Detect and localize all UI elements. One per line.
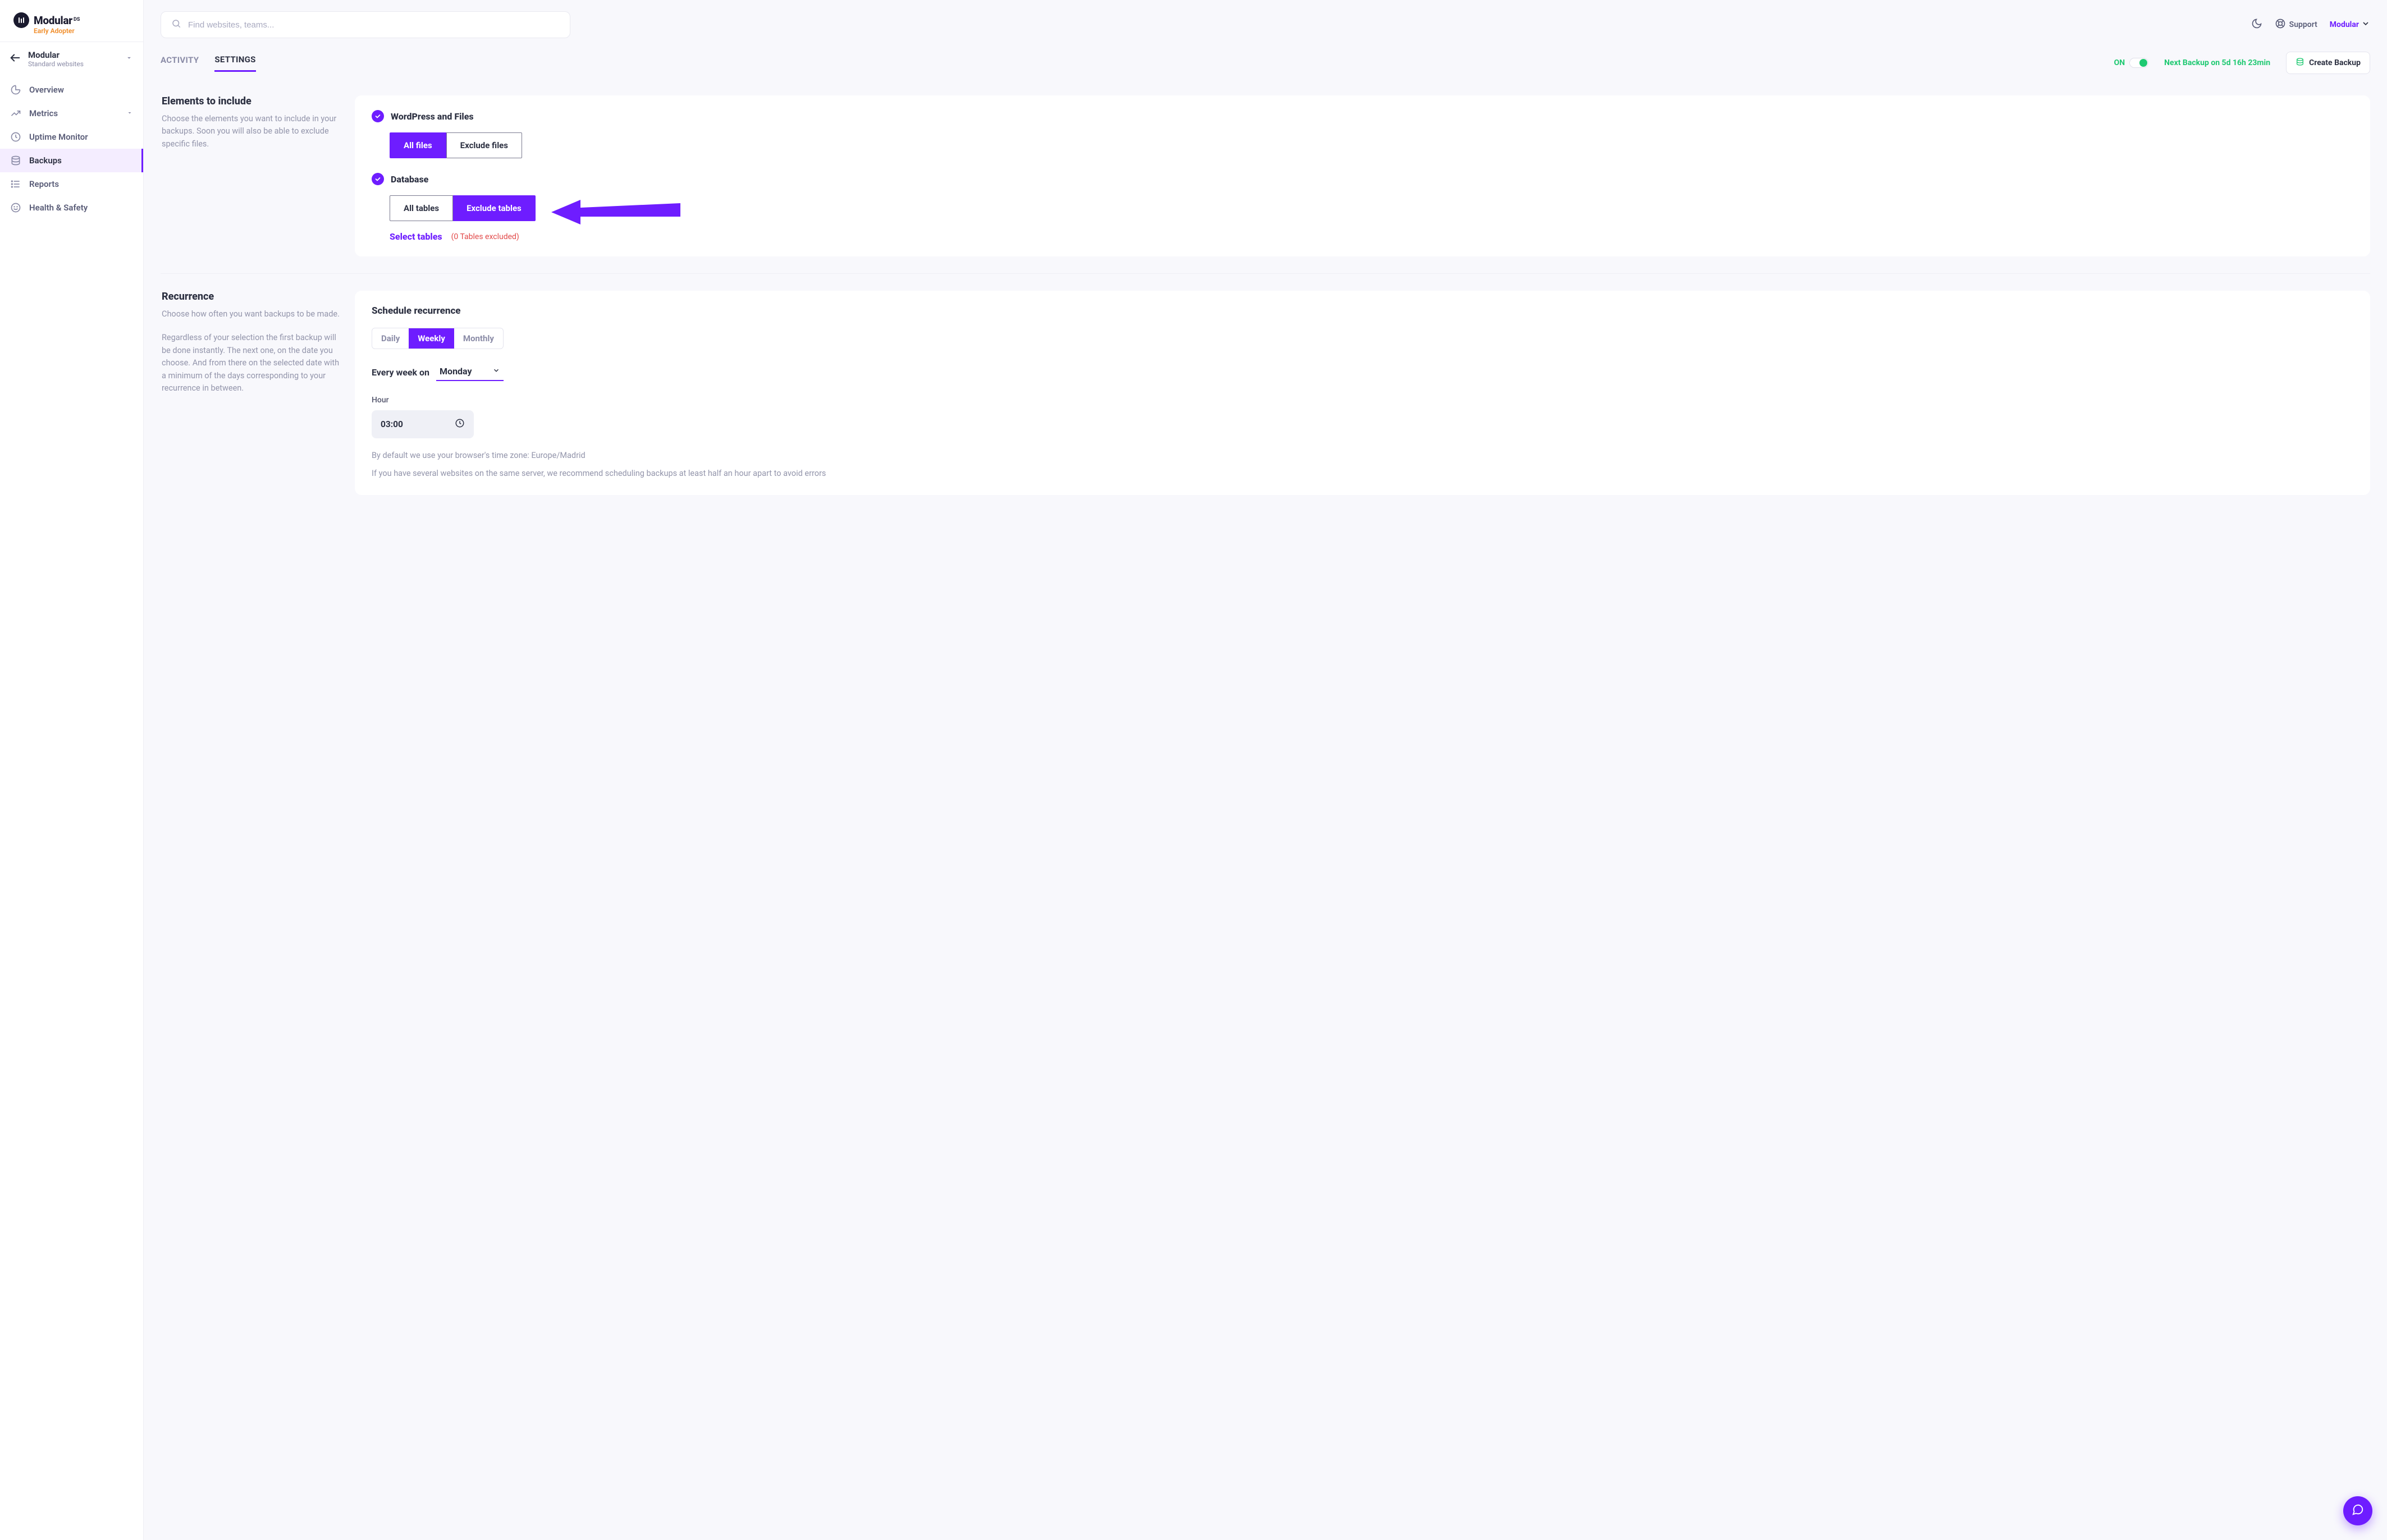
day-select[interactable]: Monday — [436, 364, 504, 381]
server-note: If you have several websites on the same… — [372, 467, 2353, 480]
elements-title: Elements to include — [162, 95, 340, 107]
wp-check-row[interactable]: WordPress and Files — [372, 110, 2353, 122]
backup-status: ON — [2114, 58, 2149, 68]
section-recurrence: Recurrence Choose how often you want bac… — [161, 273, 2370, 512]
search-box[interactable] — [161, 11, 570, 38]
context-sub: Standard websites — [28, 60, 84, 68]
tz-note: By default we use your browser's time zo… — [372, 450, 2353, 462]
support-label: Support — [2289, 20, 2317, 29]
seg-exclude-files[interactable]: Exclude files — [446, 132, 522, 158]
clock-icon — [455, 418, 465, 430]
logo-text: Modular — [34, 14, 72, 27]
nav-uptime[interactable]: Uptime Monitor — [0, 125, 143, 149]
search-icon — [171, 19, 181, 31]
recurrence-title: Recurrence — [162, 291, 340, 302]
create-backup-button[interactable]: Create Backup — [2286, 52, 2370, 74]
files-seg-group: All files Exclude files — [390, 132, 2353, 158]
hour-label: Hour — [372, 396, 2353, 405]
gauge-icon — [10, 131, 21, 143]
content: Elements to include Choose the elements … — [144, 74, 2387, 1540]
recurrence-desc2: Regardless of your selection the first b… — [162, 332, 340, 395]
user-menu[interactable]: Modular — [2330, 19, 2370, 30]
nav-label: Overview — [29, 85, 64, 95]
logo-suffix: DS — [74, 17, 80, 22]
database-icon — [2295, 57, 2304, 68]
pill-weekly[interactable]: Weekly — [409, 328, 454, 349]
trend-icon — [10, 108, 21, 119]
chevron-down-icon — [2361, 19, 2370, 30]
chevron-down-icon[interactable] — [125, 54, 133, 64]
smiley-icon — [10, 202, 21, 213]
logo-tagline: Early Adopter — [34, 27, 132, 35]
seg-all-tables[interactable]: All tables — [390, 195, 453, 221]
nav-label: Uptime Monitor — [29, 132, 88, 142]
every-week-label: Every week on — [372, 367, 429, 378]
nav-health[interactable]: Health & Safety — [0, 196, 143, 219]
recurrence-pill-group: Daily Weekly Monthly — [372, 328, 504, 349]
tab-activity[interactable]: ACTIVITY — [161, 55, 199, 71]
nav-label: Health & Safety — [29, 203, 88, 213]
nav-label: Metrics — [29, 108, 58, 118]
nav-label: Reports — [29, 179, 59, 189]
pill-monthly[interactable]: Monthly — [454, 328, 503, 349]
tab-settings[interactable]: SETTINGS — [214, 54, 255, 72]
user-name: Modular — [2330, 20, 2359, 29]
chat-fab[interactable] — [2343, 1496, 2372, 1525]
elements-card: WordPress and Files All files Exclude fi… — [355, 95, 2370, 256]
hour-input[interactable]: 03:00 — [372, 410, 474, 438]
seg-all-files[interactable]: All files — [390, 132, 446, 158]
db-check-row[interactable]: Database — [372, 173, 2353, 185]
logo-mark-icon — [13, 12, 29, 28]
nav-metrics[interactable]: Metrics — [0, 102, 143, 125]
create-backup-label: Create Backup — [2309, 58, 2361, 67]
day-value: Monday — [440, 366, 472, 377]
nav-reports[interactable]: Reports — [0, 172, 143, 196]
chevron-down-icon — [492, 366, 500, 377]
theme-toggle[interactable] — [2251, 18, 2262, 31]
recurrence-desc1: Choose how often you want backups to be … — [162, 308, 340, 320]
elements-desc: Choose the elements you want to include … — [162, 113, 340, 150]
next-backup: Next Backup on 5d 16h 23min — [2164, 58, 2270, 67]
main: Support Modular ACTIVITY SETTINGS ON Nex… — [144, 0, 2387, 1540]
nav-backups[interactable]: Backups — [0, 149, 143, 172]
schedule-title: Schedule recurrence — [372, 305, 2353, 317]
section-elements: Elements to include Choose the elements … — [161, 90, 2370, 273]
status-on-label: ON — [2114, 58, 2125, 67]
nav-overview[interactable]: Overview — [0, 78, 143, 102]
chat-icon — [2352, 1504, 2364, 1518]
pill-daily[interactable]: Daily — [372, 328, 409, 349]
tables-seg-group: All tables Exclude tables — [390, 195, 2353, 221]
support-link[interactable]: Support — [2275, 18, 2317, 31]
chevron-down-icon — [126, 108, 133, 118]
db-label: Database — [391, 174, 428, 185]
context-name: Modular — [28, 50, 84, 60]
hour-value: 03:00 — [381, 419, 403, 429]
database-icon — [10, 155, 21, 166]
backup-toggle[interactable] — [2129, 58, 2148, 68]
nav: Overview Metrics Uptime Monitor — [0, 76, 143, 219]
search-input[interactable] — [188, 20, 560, 30]
wp-label: WordPress and Files — [391, 111, 474, 122]
recurrence-card: Schedule recurrence Daily Weekly Monthly… — [355, 291, 2370, 495]
pie-chart-icon — [10, 84, 21, 95]
context-selector[interactable]: Modular Standard websites — [0, 42, 143, 76]
check-icon — [372, 110, 384, 122]
check-icon — [372, 173, 384, 185]
lifebuoy-icon — [2275, 18, 2286, 31]
sidebar: ModularDS Early Adopter Modular Standard… — [0, 0, 144, 1540]
list-icon — [10, 178, 21, 190]
moon-icon — [2251, 18, 2262, 31]
nav-label: Backups — [29, 155, 62, 166]
tabbar: ACTIVITY SETTINGS ON Next Backup on 5d 1… — [144, 46, 2387, 74]
tables-excluded-note: (0 Tables excluded) — [451, 232, 519, 241]
logo: ModularDS Early Adopter — [0, 0, 143, 42]
select-tables-link[interactable]: Select tables — [390, 231, 442, 242]
topbar: Support Modular — [144, 0, 2387, 46]
back-arrow-icon[interactable] — [9, 52, 21, 66]
seg-exclude-tables[interactable]: Exclude tables — [453, 195, 536, 221]
